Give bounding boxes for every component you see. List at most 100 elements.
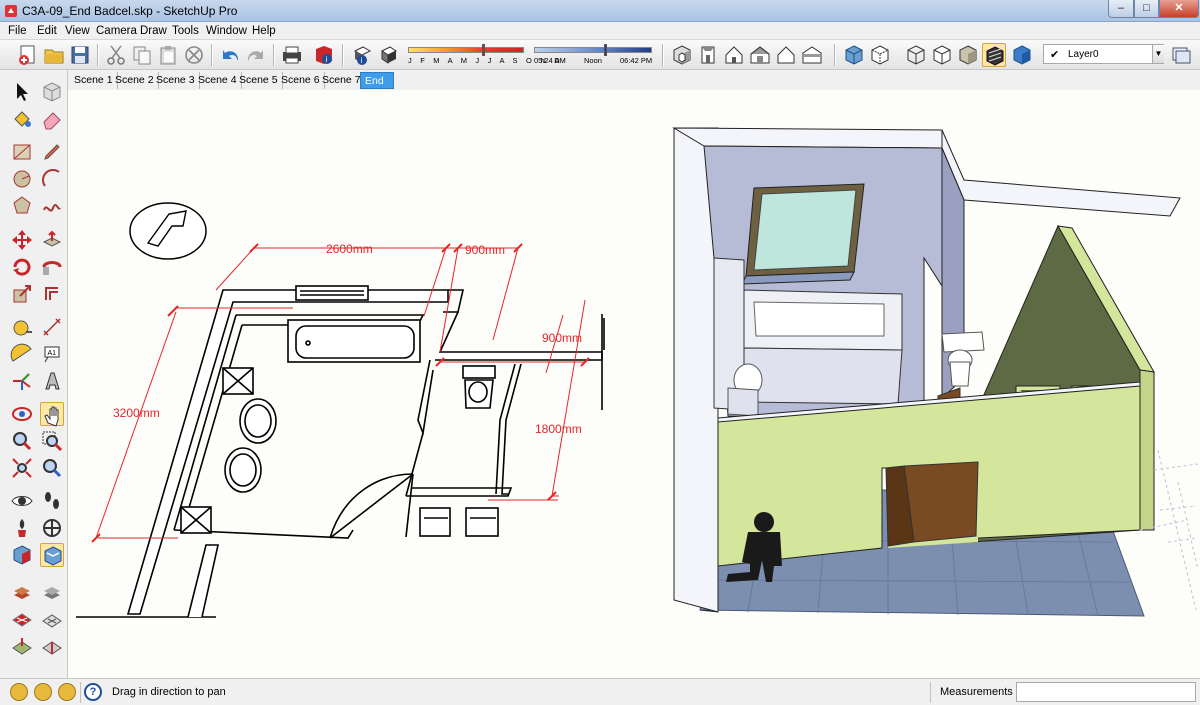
right-view-icon[interactable] [748,43,772,67]
status-divider [930,682,931,703]
tape-measure-icon[interactable] [10,315,34,339]
paint-bucket-icon[interactable] [10,107,34,131]
print-icon[interactable] [280,43,304,67]
time-gradient-bar [534,47,652,53]
orbit-icon[interactable] [10,402,34,426]
polygon-icon[interactable] [10,194,34,218]
pan-hand-icon[interactable] [40,402,64,427]
shadow-time-slider[interactable]: 05:24 AM Noon 06:42 PM [532,44,654,66]
erase-icon[interactable] [182,43,206,67]
text-icon[interactable]: A1 [40,342,64,366]
scene-tab-active[interactable]: End [360,72,394,89]
top-view-icon[interactable] [696,43,720,67]
sandbox-contours-icon[interactable] [10,581,34,605]
menu-draw[interactable]: Draw [140,25,167,37]
shadow-date-slider[interactable]: J F M A M J J A S O N D [408,44,560,66]
monochrome-icon[interactable] [1010,43,1034,67]
shadow-settings-icon[interactable]: i [350,43,374,67]
move-icon[interactable] [10,228,34,252]
paste-icon[interactable] [156,43,180,67]
undo-icon[interactable] [218,43,242,67]
zoom-extents-icon[interactable] [10,456,34,480]
zoom-window-icon[interactable] [40,429,64,453]
arc-icon[interactable] [40,167,64,191]
back-view-icon[interactable] [774,43,798,67]
left-view-icon[interactable] [800,43,824,67]
wireframe-icon[interactable] [904,43,928,67]
close-button[interactable]: ✕ [1159,0,1199,18]
menu-camera[interactable]: Camera [96,25,137,37]
save-icon[interactable] [68,43,92,67]
circle-icon[interactable] [10,167,34,191]
flip-edge-icon[interactable] [40,635,64,659]
chevron-down-icon[interactable]: ▼ [1152,45,1164,63]
help-icon[interactable]: ? [84,683,102,701]
front-view-icon[interactable] [722,43,746,67]
scene-tab-bar: Scene 1 Scene 2 Scene 3 Scene 4 Scene 5 … [68,70,1200,90]
push-pull-icon[interactable] [40,228,64,252]
look-around-icon[interactable] [10,516,34,540]
drape-icon[interactable] [10,635,34,659]
line-pencil-icon[interactable] [40,140,64,164]
time-slider-thumb[interactable] [604,44,607,56]
3d-text-icon[interactable] [40,369,64,393]
layer-dropdown[interactable]: ✔ Layer0 [1043,44,1164,64]
follow-me-icon[interactable] [40,255,64,279]
section-plane-icon[interactable] [40,516,64,540]
display-shadows-icon[interactable] [376,43,400,67]
svg-text:i: i [326,55,328,64]
maximize-button[interactable]: □ [1134,0,1159,18]
menu-edit[interactable]: Edit [37,25,57,37]
menu-tools[interactable]: Tools [172,25,199,37]
month-slider-thumb[interactable] [482,44,485,56]
walk-icon[interactable] [40,489,64,513]
scene-tab[interactable]: Scene 3 [152,72,200,89]
scene-tab[interactable]: Scene 5 [235,72,283,89]
model-info-icon[interactable]: i [312,43,336,67]
measurements-input[interactable] [1016,682,1196,702]
dimension-icon[interactable] [40,315,64,339]
open-folder-icon[interactable] [42,43,66,67]
geo-location-icon[interactable] [10,683,28,701]
rotate-icon[interactable] [10,255,34,279]
back-edges-icon[interactable] [868,43,892,67]
drawing-viewport[interactable]: 2600mm 900mm 900mm 1800mm 3200mm [68,90,1200,678]
smoove-icon[interactable] [10,608,34,632]
xray-icon[interactable] [842,43,866,67]
credits-icon[interactable] [34,683,52,701]
copy-icon[interactable] [130,43,154,67]
stamp-icon[interactable] [40,608,64,632]
account-icon[interactable] [58,683,76,701]
hidden-line-icon[interactable] [930,43,954,67]
menu-help[interactable]: Help [252,25,276,37]
axes-icon[interactable] [10,369,34,393]
rectangle-icon[interactable] [10,140,34,164]
svg-text:i: i [361,56,363,65]
minimize-button[interactable]: – [1108,0,1134,18]
sandbox-scratch-icon[interactable] [40,581,64,605]
shaded-icon[interactable] [956,43,980,67]
protractor-icon[interactable] [10,342,34,366]
section-fill-icon[interactable] [10,543,34,567]
menu-window[interactable]: Window [206,25,247,37]
offset-icon[interactable] [40,282,64,306]
iso-view-icon[interactable] [670,43,694,67]
cut-icon[interactable] [104,43,128,67]
redo-icon[interactable] [244,43,268,67]
select-arrow-icon[interactable] [10,80,34,104]
new-file-icon[interactable] [16,43,40,67]
menu-view[interactable]: View [65,25,90,37]
eraser-icon[interactable] [40,107,64,131]
zoom-icon[interactable] [10,429,34,453]
title-bar: C3A-09_End Badcel.skp - SketchUp Pro – □… [0,0,1200,22]
menu-file[interactable]: File [8,25,27,37]
position-camera-icon[interactable] [10,489,34,513]
layer-manager-icon[interactable] [1168,44,1194,66]
section-display-icon[interactable] [40,543,64,567]
freehand-icon[interactable] [40,194,64,218]
previous-view-icon[interactable] [40,456,64,480]
shaded-textures-icon[interactable] [982,43,1006,67]
scene-tab[interactable]: Scene 7 [318,72,366,89]
scale-icon[interactable] [10,282,34,306]
make-component-icon[interactable] [40,80,64,104]
